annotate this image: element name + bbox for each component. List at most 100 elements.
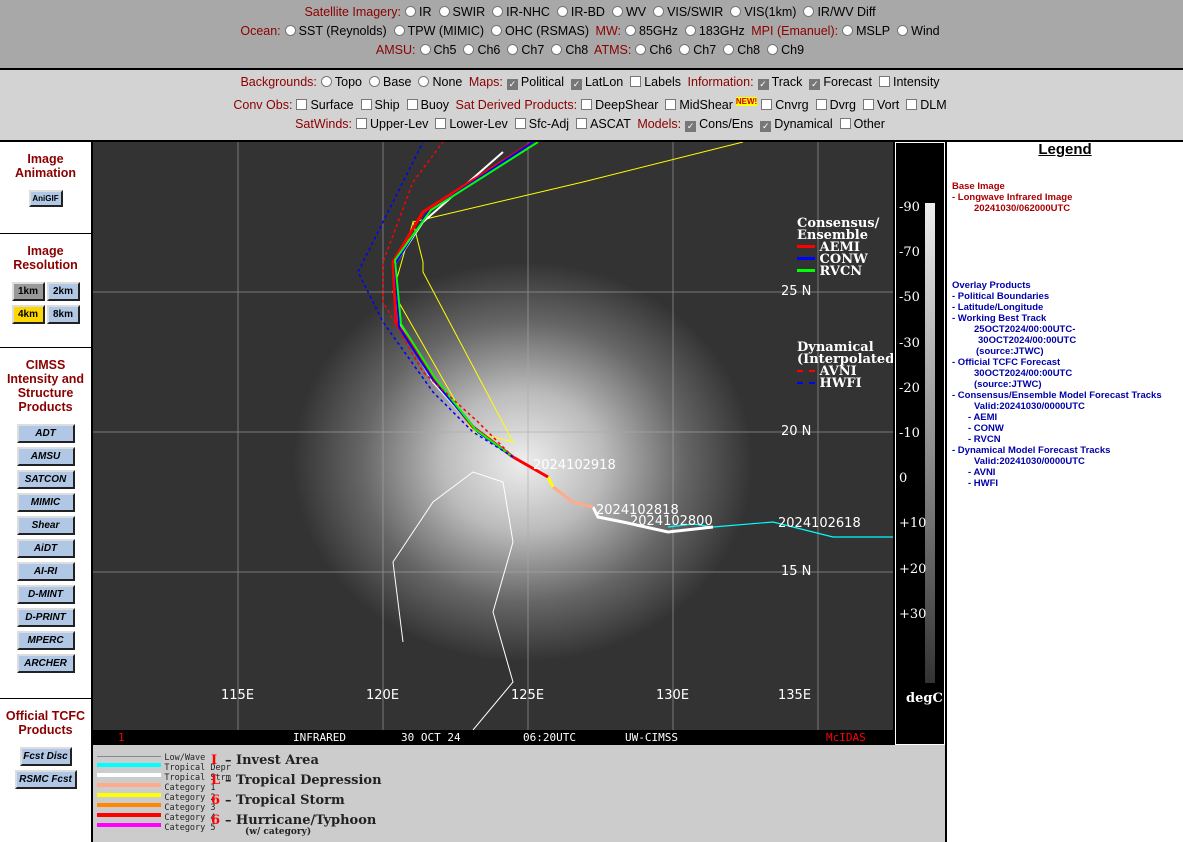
satellite-radio[interactable] xyxy=(556,6,568,17)
amsu-radio[interactable] xyxy=(551,44,563,55)
atms-radio[interactable] xyxy=(635,44,647,55)
amsu-radio[interactable] xyxy=(419,44,431,55)
satellite-radio[interactable] xyxy=(803,6,815,17)
res-2km-button[interactable]: 2km xyxy=(46,282,80,301)
ocean-option: TPW (MIMIC) xyxy=(407,24,485,38)
amsu-radio[interactable] xyxy=(463,44,475,55)
maps-checkbox[interactable] xyxy=(630,76,642,87)
lat-label-20n: 20 N xyxy=(781,424,812,439)
colorbar-tick: -70 xyxy=(899,245,920,261)
amsu-button[interactable]: AMSU xyxy=(16,447,75,466)
satellite-radio[interactable] xyxy=(405,6,417,17)
models-checkbox[interactable]: ✓ xyxy=(760,121,772,133)
dynamical-legend: Dynamical (Interpolated) AVNI HWFI xyxy=(797,341,893,391)
sat-derived-checkbox[interactable] xyxy=(665,99,677,111)
atms-radio[interactable] xyxy=(767,44,779,55)
map-status-bar: 1 INFRARED 30 OCT 24 06:20UTC UW-CIMSS M… xyxy=(93,730,893,745)
storm-symbol-label: – Tropical Storm xyxy=(225,793,345,808)
models-checkbox[interactable]: ✓ xyxy=(685,121,697,133)
ocean-radio[interactable] xyxy=(491,25,503,36)
satwinds-checkbox[interactable] xyxy=(514,118,526,130)
satellite-radio[interactable] xyxy=(730,6,742,17)
satellite-radio[interactable] xyxy=(653,6,665,17)
information-checkbox[interactable]: ✓ xyxy=(809,79,821,90)
sat-derived-checkbox[interactable] xyxy=(815,99,827,111)
anigif-button[interactable]: AniGIF xyxy=(28,190,63,207)
track-color-swatch xyxy=(97,756,161,757)
backgrounds-radio[interactable] xyxy=(368,76,380,87)
sat-derived-checkbox[interactable] xyxy=(761,99,773,111)
amsu-option: Ch7 xyxy=(521,43,545,57)
colorbar-unit: degC xyxy=(906,691,943,706)
satwinds-option: ASCAT xyxy=(590,117,631,132)
legend-line: 30OCT2024/00:00UTC xyxy=(978,335,1077,346)
conv-obs-checkbox[interactable] xyxy=(360,99,372,111)
colorbar-tick: -30 xyxy=(899,335,920,351)
maps-option: Political xyxy=(520,75,564,89)
satellite-map[interactable]: 25 N 20 N 15 N 115E 120E 125E 130E 135E … xyxy=(93,142,893,730)
ocean-radio[interactable] xyxy=(284,25,296,36)
hwfi-label: HWFI xyxy=(819,376,862,391)
tcfc-button[interactable]: RSMC Fcst xyxy=(14,770,77,789)
models-option: Dynamical xyxy=(774,117,833,132)
ocean-radio[interactable] xyxy=(393,25,405,36)
d-mint-button[interactable]: D-MINT xyxy=(16,585,75,604)
res-8km-button[interactable]: 8km xyxy=(46,305,80,324)
atms-option: Ch7 xyxy=(693,43,717,57)
maps-checkbox[interactable]: ✓ xyxy=(570,79,582,90)
mpi-label: MPI (Emanuel): xyxy=(751,24,839,38)
mperc-button[interactable]: MPERC xyxy=(16,631,75,650)
backgrounds-radio[interactable] xyxy=(320,76,332,87)
ai-ri-button[interactable]: AI-RI xyxy=(16,562,75,581)
conv-obs-label: Conv Obs: xyxy=(233,98,293,113)
mw-radio[interactable] xyxy=(684,25,696,36)
mpi-radio[interactable] xyxy=(842,25,854,36)
conv-obs-checkbox[interactable] xyxy=(296,99,308,111)
backgrounds-radio[interactable] xyxy=(418,76,430,87)
models-checkbox[interactable] xyxy=(839,118,851,130)
information-checkbox[interactable]: ✓ xyxy=(757,79,769,90)
atms-radio[interactable] xyxy=(679,44,691,55)
information-checkbox[interactable] xyxy=(879,76,890,87)
atms-radio[interactable] xyxy=(723,44,735,55)
sat-derived-checkbox[interactable] xyxy=(862,99,874,111)
legend-line: - CONW xyxy=(968,423,1004,434)
maps-checkbox[interactable]: ✓ xyxy=(506,79,518,90)
satellite-radio[interactable] xyxy=(611,6,623,17)
mpi-radio[interactable] xyxy=(897,25,909,36)
satwinds-checkbox[interactable] xyxy=(356,118,368,130)
archer-button[interactable]: ARCHER xyxy=(16,654,75,673)
sat-derived-label: Sat Derived Products: xyxy=(455,98,578,113)
d-print-button[interactable]: D-PRINT xyxy=(16,608,75,627)
track-color-label: Category 5 xyxy=(164,823,216,833)
legend-line: - Working Best Track xyxy=(952,313,1047,324)
satwinds-checkbox[interactable] xyxy=(576,118,588,130)
aidt-button[interactable]: AiDT xyxy=(16,539,75,558)
sat-derived-checkbox[interactable] xyxy=(906,99,918,111)
sat-derived-option: MidShear xyxy=(679,98,733,113)
satellite-radio[interactable] xyxy=(492,6,504,17)
conv-obs-checkbox[interactable] xyxy=(406,99,418,111)
satwinds-option: Lower-Lev xyxy=(449,117,508,132)
maps-option: Labels xyxy=(644,75,682,89)
map-overlay xyxy=(93,142,893,730)
mw-radio[interactable] xyxy=(625,25,637,36)
satcon-button[interactable]: SATCON xyxy=(16,470,75,489)
satellite-radio[interactable] xyxy=(438,6,450,17)
adt-button[interactable]: ADT xyxy=(16,424,75,443)
storm-symbol-label: – Hurricane/Typhoon xyxy=(225,813,377,828)
amsu-radio[interactable] xyxy=(507,44,519,55)
sat-derived-option: DLM xyxy=(920,98,947,113)
sat-derived-checkbox[interactable] xyxy=(581,99,593,111)
satwinds-checkbox[interactable] xyxy=(435,118,447,130)
base-image-item: - Longwave Infrared Image xyxy=(952,192,1073,203)
ocean-label: Ocean: xyxy=(240,24,281,38)
amsu-label: AMSU: xyxy=(375,43,416,57)
mimic-button[interactable]: MIMIC xyxy=(16,493,75,512)
resolution-title: Image Resolution xyxy=(13,244,78,272)
res-1km-button[interactable]: 1km xyxy=(11,282,45,301)
tcfc-button[interactable]: Fcst Disc xyxy=(19,747,72,766)
res-4km-button[interactable]: 4km xyxy=(11,305,45,324)
shear-button[interactable]: Shear xyxy=(16,516,75,535)
imagery-options-panel: Satellite Imagery: IR SWIR IR-NHC IR-BD WV VIS… xyxy=(0,0,1183,68)
